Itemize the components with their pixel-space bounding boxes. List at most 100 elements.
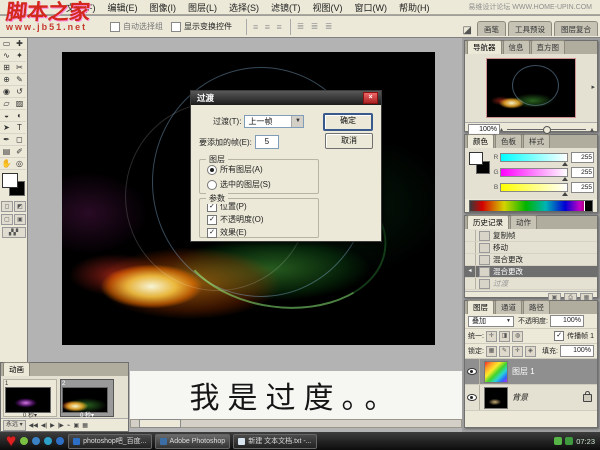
unify-visibility-icon[interactable]: ◨	[499, 331, 510, 342]
blue-slider[interactable]	[500, 183, 568, 192]
menu-item[interactable]: 窗口(W)	[349, 1, 394, 14]
tween-with-select[interactable]: 上一帧 ▼	[244, 115, 304, 128]
lock-transparency-icon[interactable]: ▦	[486, 346, 497, 357]
frame-delay[interactable]: 0 秒▾	[62, 413, 112, 420]
slider-knob[interactable]	[543, 126, 551, 134]
history-state-row[interactable]: 混合更改	[465, 254, 597, 266]
visibility-toggle[interactable]	[465, 359, 480, 384]
menu-item[interactable]: 编辑(E)	[102, 1, 144, 14]
menu-item[interactable]: 帮助(H)	[393, 1, 436, 14]
quick-mask-button[interactable]: ◩	[14, 201, 26, 212]
zoom-out-icon[interactable]: ▴	[500, 126, 503, 133]
layers-tab[interactable]: 通道	[495, 300, 522, 314]
menu-item[interactable]: 图层(L)	[182, 1, 223, 14]
color-spectrum-ramp[interactable]	[469, 200, 593, 212]
opacity-field[interactable]: 100%	[550, 315, 584, 327]
foreground-color-swatch[interactable]	[2, 173, 18, 188]
effects-checkbox[interactable]: ✓ 效果(E)	[207, 227, 318, 238]
quicklaunch-icon[interactable]	[32, 437, 40, 445]
lock-pixels-icon[interactable]: ✎	[499, 346, 510, 357]
navigator-preview[interactable]	[486, 58, 576, 118]
history-state-row[interactable]: ◂ 混合更改	[465, 266, 597, 278]
navigator-tab[interactable]: 信息	[503, 40, 530, 54]
scrollbar-thumb[interactable]	[139, 419, 181, 428]
tool-path-selection[interactable]: ➤	[0, 122, 13, 134]
quicklaunch-icon[interactable]	[44, 437, 52, 445]
color-panel-tab[interactable]: 颜色	[467, 134, 494, 148]
tray-icon[interactable]	[565, 437, 573, 445]
history-state-row[interactable]: 移动	[465, 242, 597, 254]
zoom-slider[interactable]	[507, 126, 586, 134]
layer-name[interactable]: 背景	[512, 392, 528, 403]
fullscreen-menu-button[interactable]: ▣	[14, 214, 26, 225]
tool-clone-stamp[interactable]: ◉	[0, 86, 13, 98]
tool-zoom[interactable]: ◎	[13, 158, 26, 170]
animation-frame[interactable]: 1 0 秒▾	[3, 379, 57, 417]
palette-well-tab[interactable]: 图层复合	[554, 21, 598, 36]
ok-button[interactable]: 确定	[323, 113, 373, 131]
tool-eyedropper[interactable]: ✐	[13, 146, 26, 158]
show-transform-checkbox[interactable]: 显示变换控件	[171, 21, 232, 32]
trash-icon[interactable]: ▦	[82, 422, 88, 429]
new-frame-button[interactable]: ▣	[74, 422, 80, 429]
tool-eraser[interactable]: ▱	[0, 98, 13, 110]
tray-icon[interactable]	[554, 437, 562, 445]
palette-well-tab[interactable]: 画笔	[477, 21, 506, 36]
propagate-checkbox[interactable]: ✓ 传播帧 1	[554, 331, 594, 341]
visibility-toggle[interactable]	[465, 385, 480, 410]
panel-menu-icon[interactable]: ▸	[591, 83, 595, 91]
quicklaunch-icon[interactable]	[56, 437, 64, 445]
animation-frame[interactable]: 2 0 秒▾	[60, 379, 114, 417]
history-state-row[interactable]: 过渡	[465, 278, 597, 290]
selected-layers-radio[interactable]: 选中的图层(S)	[207, 179, 318, 190]
layer-name[interactable]: 图层 1	[512, 366, 535, 377]
menu-item[interactable]: 视图(V)	[307, 1, 349, 14]
layer-thumbnail[interactable]	[484, 387, 508, 409]
loop-select[interactable]: 永远 ▾	[3, 420, 26, 431]
history-source-well[interactable]	[465, 254, 476, 265]
tool-history-brush[interactable]: ↺	[13, 86, 26, 98]
layer-thumbnail[interactable]	[484, 361, 508, 383]
menu-item[interactable]: 滤镜(T)	[265, 1, 307, 14]
tween-button[interactable]: ⌁	[67, 422, 71, 429]
taskbar-item-notepad[interactable]: 新建 文本文档.txt -...	[233, 434, 316, 449]
tool-crop[interactable]: ⊞	[0, 62, 13, 74]
history-source-well[interactable]	[465, 278, 476, 289]
history-source-well[interactable]	[465, 242, 476, 253]
palette-well-tab[interactable]: 工具预设	[508, 21, 552, 36]
lock-all-icon[interactable]: ◈	[525, 346, 536, 357]
history-source-well[interactable]	[465, 230, 476, 241]
menu-item[interactable]: 图像(I)	[144, 1, 183, 14]
blend-mode-select[interactable]: 叠加 ▼	[468, 316, 514, 327]
tool-type[interactable]: T	[13, 122, 26, 134]
menu-item[interactable]: 文件(F)	[60, 1, 102, 14]
all-layers-radio[interactable]: 所有图层(A)	[207, 164, 318, 175]
tool-hand[interactable]: ✋	[0, 158, 13, 170]
workspace-icon[interactable]: ◪	[463, 25, 472, 36]
color-panel-tab[interactable]: 色板	[495, 134, 522, 148]
unify-style-icon[interactable]: ◍	[512, 331, 523, 342]
history-source-well[interactable]: ◂	[465, 266, 476, 277]
tool-slice[interactable]: ✂	[13, 62, 26, 74]
tool-shape[interactable]: ◻	[13, 134, 26, 146]
tool-rectangular-marquee[interactable]: ▭	[0, 38, 13, 50]
tool-dodge[interactable]: ◐	[13, 110, 26, 122]
zoom-in-icon[interactable]: ▴	[590, 125, 594, 134]
color-panel-tab[interactable]: 样式	[523, 134, 550, 148]
layers-tab[interactable]: 图层	[467, 300, 494, 314]
tool-move[interactable]: ✚	[13, 38, 26, 50]
tool-healing-brush[interactable]: ⊕	[0, 74, 13, 86]
tool-lasso[interactable]: ∿	[0, 50, 13, 62]
taskbar-item-browser[interactable]: photoshop吧_百度...	[68, 434, 151, 449]
history-tab[interactable]: 历史记录	[467, 215, 509, 229]
distribute-buttons-icon[interactable]: ≣ ≣ ≣	[297, 21, 335, 32]
cancel-button[interactable]: 取消	[325, 133, 373, 149]
animation-tab[interactable]: 动画	[3, 362, 30, 376]
next-frame-button[interactable]: |▶	[58, 422, 64, 429]
previous-frame-button[interactable]: ◀|	[41, 422, 47, 429]
navigator-tab[interactable]: 导航器	[467, 40, 502, 54]
tool-notes[interactable]: ▤	[0, 146, 13, 158]
black-swatch[interactable]	[584, 201, 592, 211]
green-slider[interactable]	[500, 168, 568, 177]
fill-field[interactable]: 100%	[560, 345, 594, 357]
